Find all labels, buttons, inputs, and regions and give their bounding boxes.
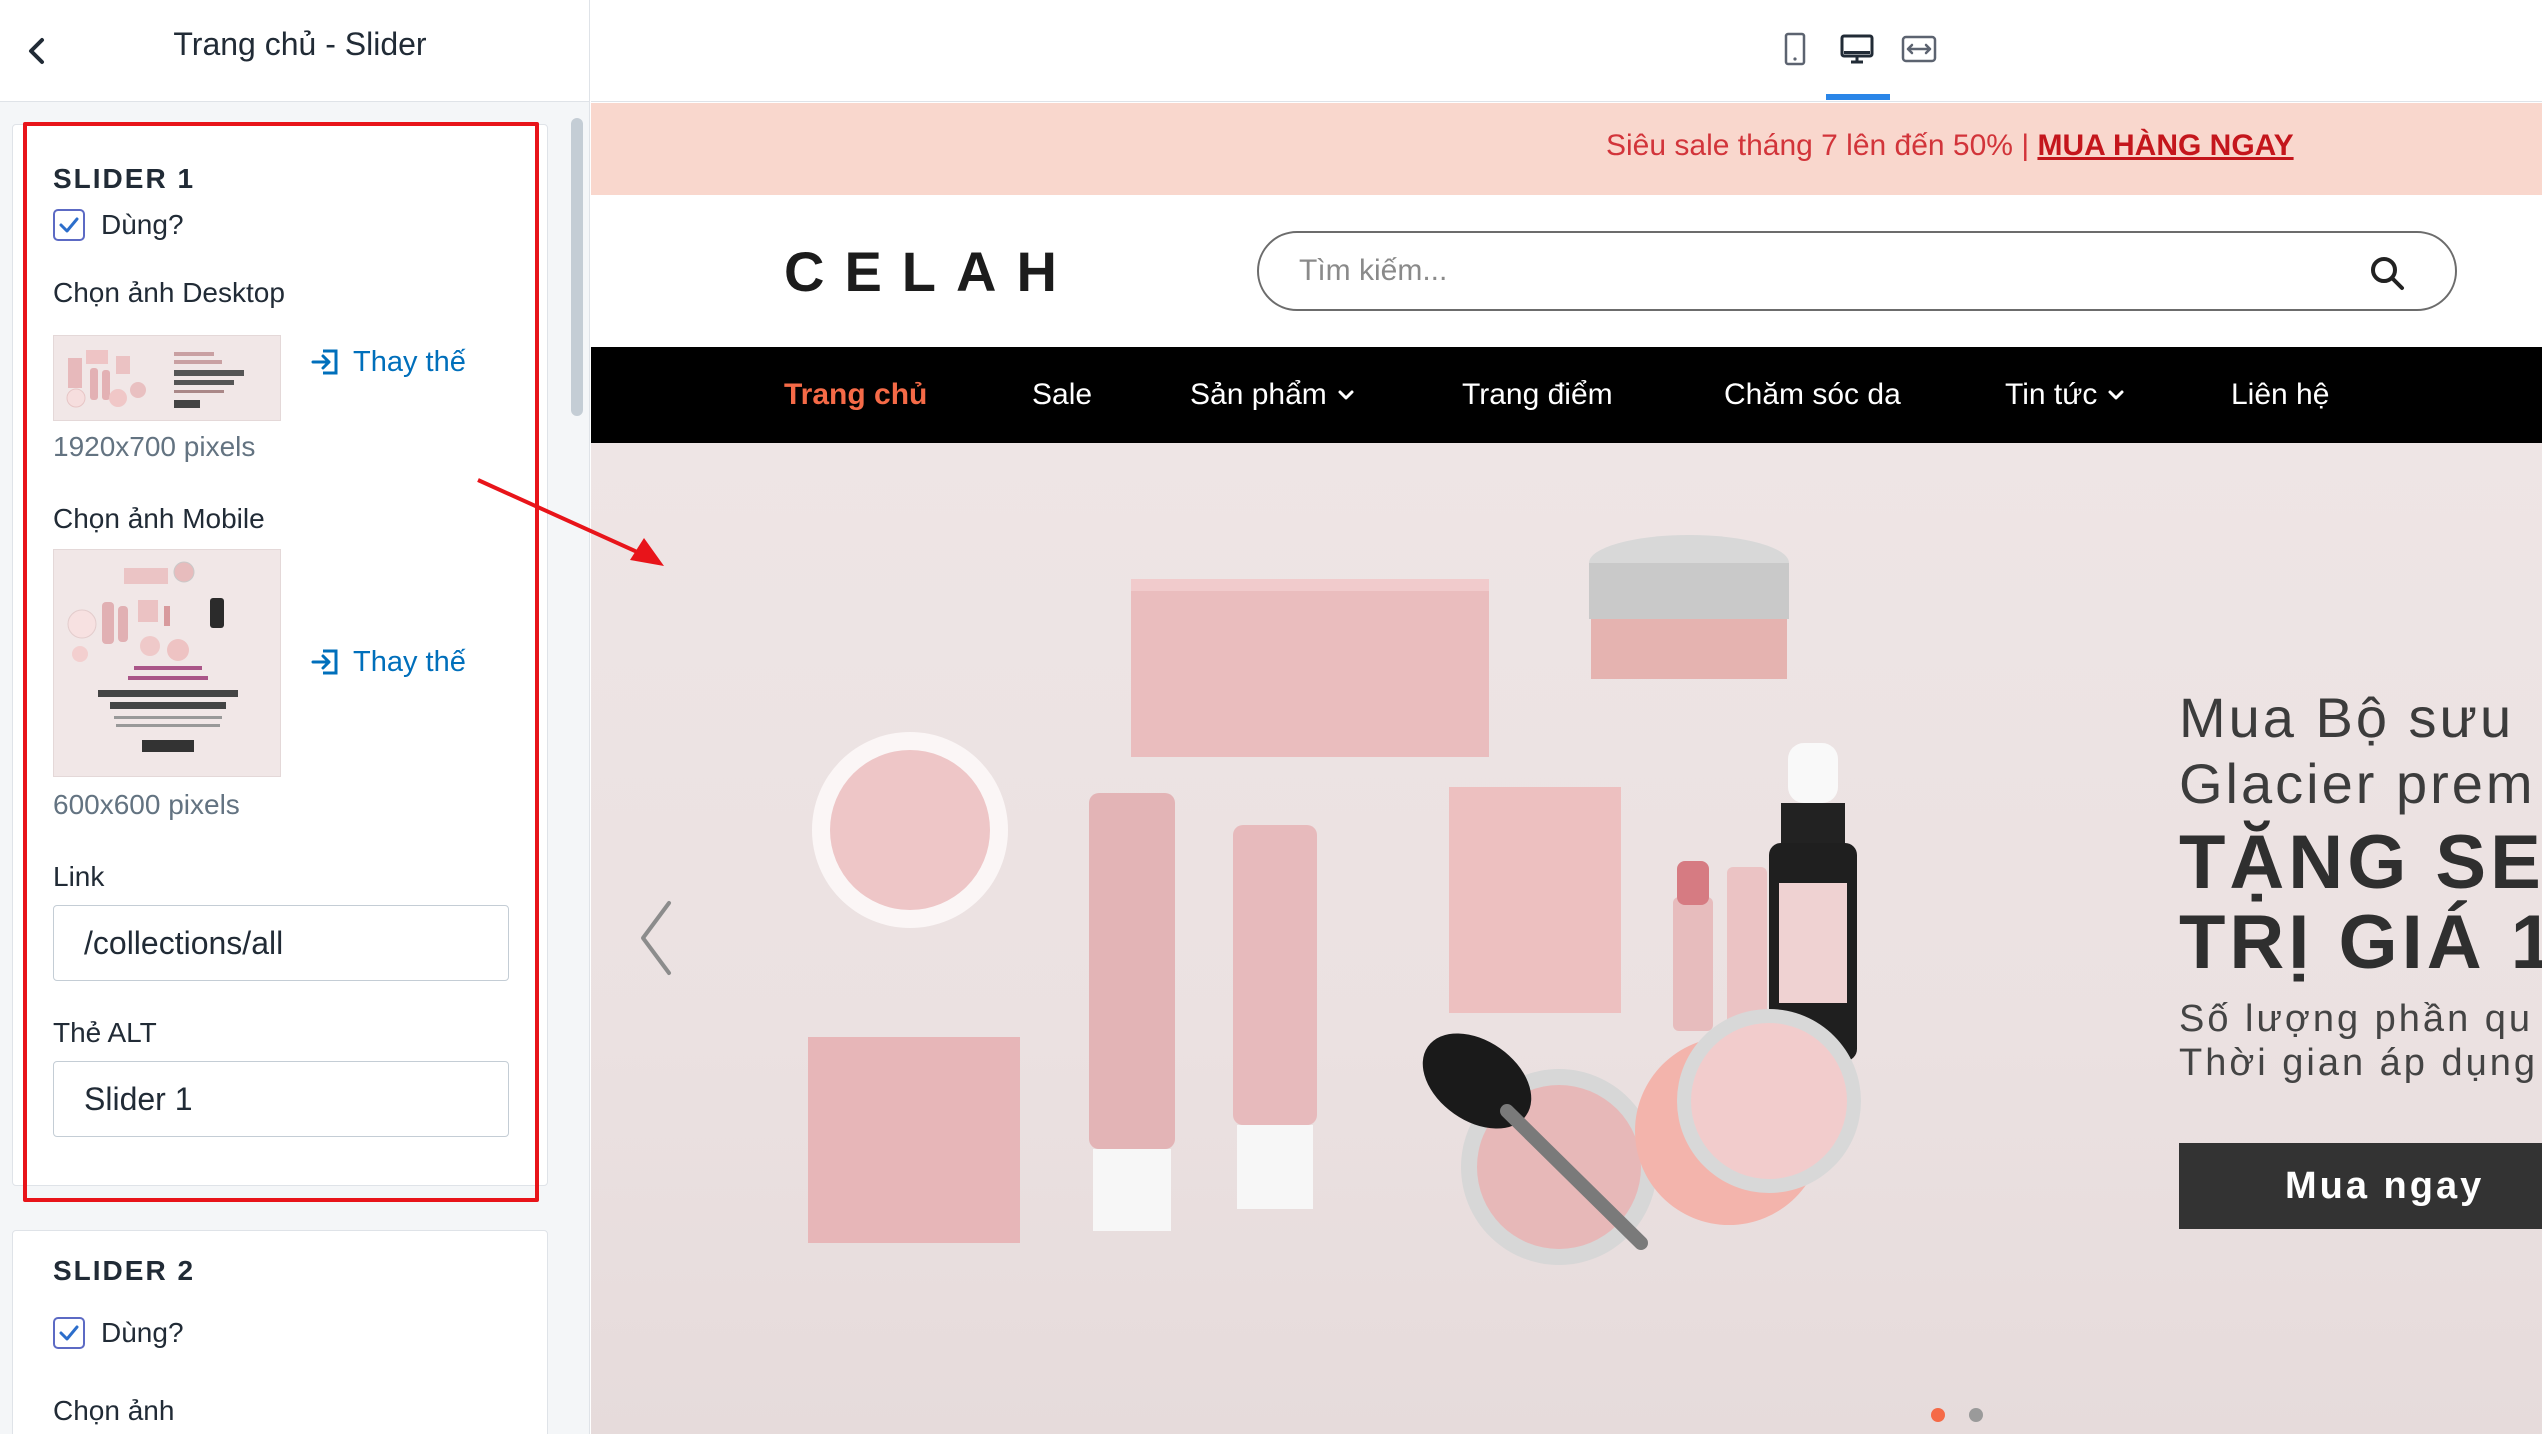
import-icon (311, 649, 338, 675)
search-bar[interactable]: Tìm kiếm... (1257, 231, 2457, 311)
desktop-icon (1840, 34, 1874, 64)
nav-label: Trang điểm (1462, 378, 1613, 411)
nav-label: Liên hệ (2231, 378, 2330, 411)
promo-bar: Siêu sale tháng 7 lên đến 50% | MUA HÀNG… (591, 103, 2542, 195)
nav-item-makeup[interactable]: Trang điểm (1462, 347, 1613, 443)
fullscreen-view-button[interactable] (1896, 26, 1942, 72)
hero-line-6: Thời gian áp dụng (2179, 1042, 2539, 1084)
nav-label: Trang chủ (784, 378, 928, 411)
checkmark-icon (59, 1325, 79, 1341)
hero-line-3: TẶNG SER (2179, 820, 2542, 905)
slider-2-enabled-checkbox[interactable]: Dùng? (53, 1317, 184, 1349)
nav-item-products[interactable]: Sản phẩm (1190, 347, 1357, 443)
store-logo[interactable]: CELAH (784, 239, 1077, 304)
nav-item-contact[interactable]: Liên hệ (2231, 347, 2329, 443)
store-header: CELAH Tìm kiếm... (591, 195, 2542, 347)
replace-label: Thay thế (353, 645, 466, 678)
search-icon[interactable] (2367, 253, 2407, 293)
main-nav: Trang chủ Sale Sản phẩm Trang điểm Chăm … (591, 347, 2542, 443)
store-preview: Siêu sale tháng 7 lên đến 50% | MUA HÀNG… (591, 103, 2542, 1434)
nav-label: Sale (1032, 378, 1093, 411)
active-device-indicator (1826, 94, 1890, 100)
promo-message: Siêu sale tháng 7 lên đến 50% | (1606, 129, 2038, 162)
slider-2-image-label: Chọn ảnh (53, 1395, 175, 1426)
mobile-icon (1784, 32, 1806, 66)
nav-item-news[interactable]: Tin tức (2005, 347, 2127, 443)
mobile-view-button[interactable] (1772, 26, 1818, 72)
checkmark-icon (59, 217, 79, 233)
search-input[interactable]: Tìm kiếm... (1299, 233, 1447, 309)
slider-dots (1931, 1408, 2007, 1422)
slider-1-card: SLIDER 1 Dùng? Chọn ảnh Desktop Thay thế… (12, 124, 548, 1186)
checkbox-box[interactable] (53, 209, 85, 241)
link-label: Link (53, 861, 105, 892)
preview-toolbar (591, 0, 2542, 102)
desktop-size-hint: 1920x700 pixels (53, 431, 256, 462)
mobile-size-hint: 600x600 pixels (53, 789, 240, 820)
hero-text: Mua Bộ sưu Glacier prem TẶNG SER TRỊ GIÁ… (2179, 685, 2542, 1085)
slider-2-card: SLIDER 2 Dùng? Chọn ảnh (12, 1230, 548, 1434)
promo-text: Siêu sale tháng 7 lên đến 50% | MUA HÀNG… (1606, 129, 2294, 163)
hero-line-4: TRỊ GIÁ 1. (2179, 900, 2542, 985)
hero-line-5: Số lượng phần qu (2179, 998, 2534, 1040)
checkbox-box[interactable] (53, 1317, 85, 1349)
slider-dot-2[interactable] (1969, 1408, 1983, 1422)
checkbox-label: Dùng? (101, 1317, 184, 1348)
nav-label: Tin tức (2005, 378, 2098, 411)
editor-header: Trang chủ - Slider (0, 0, 589, 102)
nav-item-sale[interactable]: Sale (1032, 347, 1092, 443)
mobile-banner-image (54, 550, 280, 776)
sidebar-scrollbar-thumb[interactable] (571, 118, 583, 416)
slider-dot-1[interactable] (1931, 1408, 1945, 1422)
chevron-down-icon (1338, 390, 1354, 400)
slider-2-heading: SLIDER 2 (53, 1255, 196, 1286)
nav-label: Chăm sóc da (1724, 378, 1901, 411)
mobile-image-thumbnail[interactable] (53, 549, 281, 777)
mobile-replace-button[interactable]: Thay thế (309, 645, 466, 679)
slider-1-enabled-checkbox[interactable]: Dùng? (53, 209, 184, 241)
alt-input[interactable]: Slider 1 (53, 1061, 509, 1137)
slider-prev-icon[interactable] (631, 893, 681, 983)
desktop-banner-image (54, 336, 280, 420)
mobile-image-label: Chọn ảnh Mobile (53, 503, 265, 534)
desktop-replace-button[interactable]: Thay thế (309, 345, 466, 379)
nav-item-home[interactable]: Trang chủ (784, 347, 927, 443)
replace-label: Thay thế (353, 345, 466, 378)
nav-label: Sản phẩm (1190, 378, 1327, 411)
panel-title: Trang chủ - Slider (173, 26, 427, 62)
chevron-down-icon (2108, 390, 2124, 400)
nav-item-skincare[interactable]: Chăm sóc da (1724, 347, 1901, 443)
expand-horizontal-icon (1901, 35, 1937, 63)
alt-label: Thẻ ALT (53, 1017, 157, 1048)
desktop-view-button[interactable] (1834, 26, 1880, 72)
editor-sidebar: Trang chủ - Slider SLIDER 1 Dùng? Chọn ả… (0, 0, 590, 1434)
slider-1-heading: SLIDER 1 (53, 163, 196, 194)
shop-now-button[interactable]: Mua ngay (2179, 1143, 2542, 1229)
hero-slider[interactable]: Mua Bộ sưu Glacier prem TẶNG SER TRỊ GIÁ… (591, 443, 2542, 1434)
promo-link[interactable]: MUA HÀNG NGAY (2037, 129, 2293, 162)
desktop-image-thumbnail[interactable] (53, 335, 281, 421)
checkbox-label: Dùng? (101, 209, 184, 240)
hero-line-1: Mua Bộ sưu (2179, 686, 2515, 749)
link-input[interactable]: /collections/all (53, 905, 509, 981)
hero-line-2: Glacier prem (2179, 752, 2536, 815)
desktop-image-label: Chọn ảnh Desktop (53, 277, 285, 308)
import-icon (311, 349, 338, 375)
